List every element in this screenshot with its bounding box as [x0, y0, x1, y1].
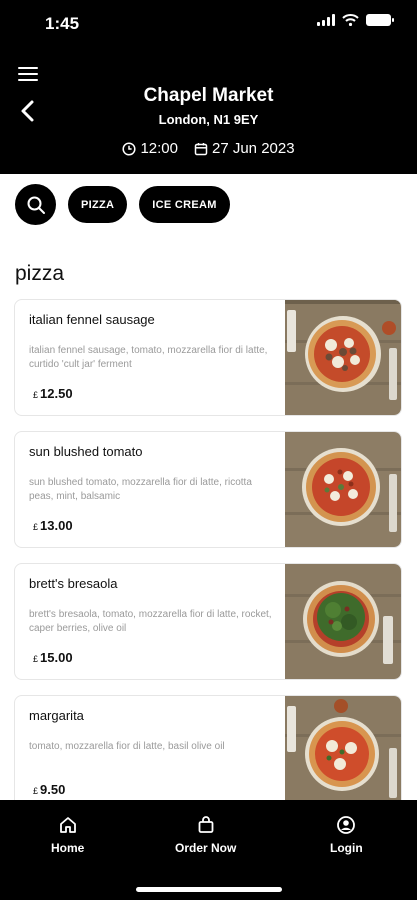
header: 1:45 Chapel Market London, N1 9EY 12:00 … [0, 0, 417, 174]
price-value: 12.50 [40, 386, 73, 401]
hamburger-line [18, 79, 38, 81]
item-name: sun blushed tomato [29, 444, 143, 459]
chip-pizza[interactable]: PIZZA [68, 186, 128, 223]
clock-icon [122, 141, 136, 156]
menu-item-card[interactable]: sun blushed tomato sun blushed tomato, m… [14, 431, 402, 548]
search-button[interactable] [15, 184, 56, 225]
item-description: tomato, mozzarella fior di latte, basil … [29, 741, 225, 752]
currency-symbol: £ [33, 390, 39, 400]
menu-item-card[interactable]: brett's bresaola brett's bresaola, tomat… [14, 563, 402, 680]
item-description: brett's bresaola, tomato, mozzarella fio… [29, 609, 272, 634]
currency-symbol: £ [33, 654, 39, 664]
calendar-icon [194, 142, 208, 155]
hamburger-line [18, 73, 38, 75]
nav-home[interactable]: Home [51, 815, 84, 855]
wifi-icon [342, 14, 359, 26]
price-value: 9.50 [40, 782, 66, 797]
nav-order-now-label: Order Now [175, 841, 237, 855]
nav-login-label: Login [330, 841, 363, 855]
time-meta: 12:00 [122, 140, 178, 157]
pizza-image [285, 564, 401, 679]
signal-icon [317, 14, 335, 26]
currency-symbol: £ [33, 786, 39, 796]
item-price: £12.50 [33, 386, 73, 401]
bottom-nav: Home Order Now Login [0, 800, 417, 900]
pizza-image [285, 696, 401, 811]
home-icon [59, 817, 76, 833]
price-value: 15.00 [40, 650, 73, 665]
menu-item-card[interactable]: margarita tomato, mozzarella fior di lat… [14, 695, 402, 812]
date-meta: 27 Jun 2023 [194, 140, 295, 157]
shop-address: London, N1 9EY [158, 112, 259, 127]
pickup-date: 27 Jun 2023 [211, 140, 295, 157]
hamburger-line [18, 67, 38, 69]
status-icons [317, 14, 394, 26]
chip-ice-cream[interactable]: ICE CREAM [139, 186, 230, 223]
price-value: 13.00 [40, 518, 73, 533]
pizza-image [285, 300, 401, 415]
home-indicator [136, 887, 282, 892]
currency-symbol: £ [33, 522, 39, 532]
battery-icon [366, 14, 394, 26]
search-icon [27, 196, 45, 214]
collection-meta: 12:00 27 Jun 2023 [0, 140, 417, 157]
nav-order-now[interactable]: Order Now [175, 815, 236, 855]
pizza-image [285, 432, 401, 547]
shopping-bag-icon [198, 816, 214, 833]
item-description: sun blushed tomato, mozzarella fior di l… [29, 477, 252, 502]
item-name: brett's bresaola [29, 576, 118, 591]
user-circle-icon [337, 816, 356, 834]
nav-home-label: Home [51, 841, 85, 855]
status-time: 1:45 [45, 14, 80, 33]
shop-title: Chapel Market [143, 85, 274, 106]
item-price: £9.50 [33, 782, 65, 797]
filter-bar: PIZZA ICE CREAM [15, 184, 230, 225]
item-price: £13.00 [33, 518, 73, 533]
item-description: italian fennel sausage, tomato, mozzarel… [29, 345, 268, 370]
nav-login[interactable]: Login [330, 815, 363, 855]
item-name: italian fennel sausage [29, 312, 155, 327]
menu-button[interactable] [18, 67, 38, 81]
item-price: £15.00 [33, 650, 73, 665]
section-title: pizza [15, 262, 65, 285]
item-name: margarita [29, 708, 84, 723]
pickup-time: 12:00 [140, 140, 178, 157]
menu-item-card[interactable]: italian fennel sausage italian fennel sa… [14, 299, 402, 416]
